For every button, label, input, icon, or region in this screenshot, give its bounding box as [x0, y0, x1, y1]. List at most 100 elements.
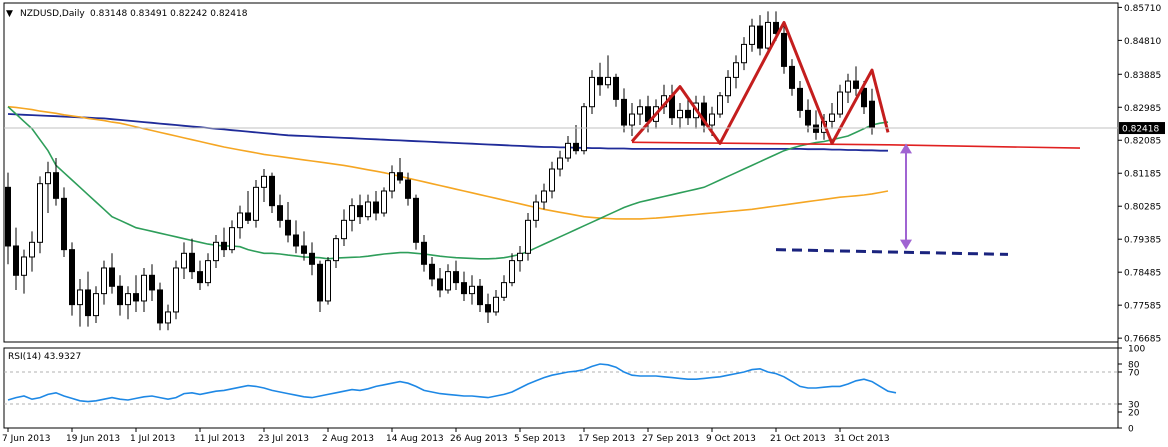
- candle-body: [837, 91, 843, 115]
- candle-body: [173, 267, 179, 313]
- candle-body: [421, 241, 427, 265]
- candle-body: [469, 285, 475, 295]
- date-tick-label: 19 Jun 2013: [66, 434, 120, 444]
- candle-body: [477, 285, 483, 306]
- price-tick-label: 0.82085: [1124, 137, 1161, 147]
- candle-body: [165, 311, 171, 324]
- candle-body: [197, 271, 203, 284]
- candle-body: [293, 234, 299, 247]
- candle-body: [493, 296, 499, 313]
- candle-body: [213, 241, 219, 262]
- candle-body: [381, 190, 387, 214]
- candle-body: [21, 256, 27, 276]
- candle-body: [301, 245, 307, 254]
- price-tick-label: 0.78485: [1124, 269, 1161, 279]
- candle-body: [269, 175, 275, 207]
- rsi-tick-label: 20: [1128, 409, 1140, 419]
- price-tick-label: 0.80285: [1124, 203, 1161, 213]
- candle-body: [93, 293, 99, 317]
- candle-body: [717, 95, 723, 115]
- candle-body: [229, 227, 235, 251]
- candle-body: [77, 289, 83, 306]
- date-tick-label: 17 Sep 2013: [578, 434, 635, 444]
- candle-body: [205, 260, 211, 284]
- price-tick-label: 0.85710: [1124, 4, 1161, 14]
- dropdown-arrow-icon[interactable]: ▼: [6, 9, 13, 19]
- candle-body: [557, 157, 563, 170]
- candle-body: [125, 293, 131, 306]
- candle-body: [5, 186, 11, 247]
- price-tick-label: 0.82985: [1124, 104, 1161, 114]
- candle-body: [733, 62, 739, 78]
- candle-body: [285, 219, 291, 236]
- candle-body: [637, 106, 643, 115]
- candle-body: [749, 25, 755, 45]
- candle-body: [845, 80, 851, 93]
- main-chart-frame: [3, 2, 1119, 343]
- candle-body: [501, 282, 507, 298]
- candle-body: [253, 186, 259, 221]
- candle-body: [829, 113, 835, 122]
- candle-body: [797, 87, 803, 111]
- candle-body: [869, 100, 875, 129]
- candle: [413, 194, 419, 250]
- candle-body: [597, 76, 603, 86]
- candle-body: [309, 252, 315, 265]
- candle-body: [757, 25, 763, 49]
- price-tick-label: 0.76685: [1124, 335, 1161, 345]
- date-tick-label: 5 Sep 2013: [514, 434, 565, 444]
- candle-body: [573, 142, 579, 152]
- candle-body: [405, 179, 411, 199]
- candle-body: [765, 21, 771, 49]
- candle-body: [133, 293, 139, 302]
- candle-body: [109, 267, 115, 287]
- price-tick-label: 0.81185: [1124, 170, 1161, 180]
- candle-body: [525, 219, 531, 254]
- candle-body: [317, 263, 323, 302]
- candle-body: [333, 238, 339, 262]
- candle-body: [37, 183, 43, 243]
- candle: [525, 212, 531, 261]
- chart-window: 0.85710 0.84810 0.83885 0.82985 0.82418 0.820…: [0, 0, 1168, 447]
- candle-body: [805, 109, 811, 126]
- candle-body: [45, 172, 51, 185]
- symbol-label: NZDUSD,Daily: [20, 9, 85, 19]
- candle-body: [789, 65, 795, 89]
- candle: [381, 187, 387, 217]
- candle-body: [245, 212, 251, 221]
- rsi-tick-label: 100: [1128, 345, 1145, 355]
- rsi-axis-ticks: 100807030200: [1118, 345, 1145, 435]
- candle-body: [349, 205, 355, 221]
- ohlc-values: 0.83148 0.83491 0.82242 0.82418: [90, 9, 248, 19]
- candle-body: [437, 278, 443, 291]
- date-tick-label: 9 Oct 2013: [706, 434, 756, 444]
- candle: [581, 103, 587, 155]
- candle-body: [813, 124, 819, 133]
- candle-body: [157, 289, 163, 324]
- candle-body: [69, 249, 75, 306]
- price-tick-label: 0.77585: [1124, 302, 1161, 312]
- candle-body: [261, 175, 267, 188]
- current-price-label: 0.82418: [1122, 125, 1159, 135]
- date-tick-label: 1 Jul 2013: [130, 434, 175, 444]
- candle-body: [149, 274, 155, 291]
- candle-body: [709, 113, 715, 126]
- candle-body: [357, 205, 363, 218]
- candle-body: [373, 201, 379, 214]
- candle-body: [29, 241, 35, 258]
- candle-body: [589, 76, 595, 108]
- candle-body: [189, 252, 195, 273]
- candle-body: [429, 263, 435, 280]
- candle-body: [61, 197, 67, 251]
- candle-body: [605, 76, 611, 86]
- candle-body: [141, 274, 147, 302]
- candle-body: [725, 76, 731, 97]
- date-tick-label: 23 Jul 2013: [258, 434, 309, 444]
- price-tick-label: 0.83885: [1124, 71, 1161, 81]
- candle-body: [581, 106, 587, 152]
- date-tick-label: 14 Aug 2013: [386, 434, 444, 444]
- candle-body: [861, 87, 867, 108]
- date-tick-label: 21 Oct 2013: [770, 434, 826, 444]
- candle-body: [221, 241, 227, 251]
- rsi-header: RSI(14) 43.9327: [8, 352, 81, 362]
